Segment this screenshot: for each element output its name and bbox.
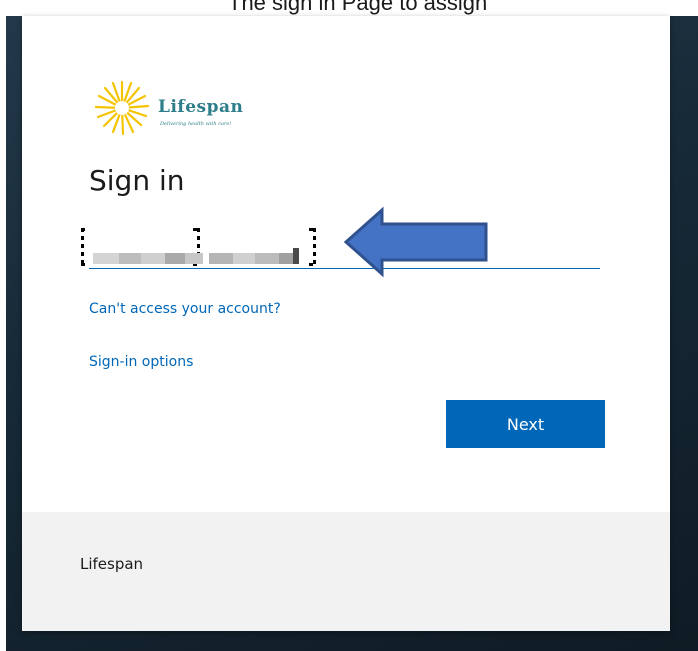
top-strip: The sign in Page to assign (0, 0, 698, 16)
footer-org-name: Lifespan (80, 555, 144, 573)
page-title: Sign in (89, 164, 185, 197)
logo-tagline: Delivering health with care! (160, 121, 232, 127)
top-strip-text: The sign in Page to assign (228, 0, 488, 15)
signin-card: Lifespan Delivering health with care! Si… (22, 16, 670, 631)
footer: Lifespan (22, 512, 670, 631)
signin-options-link[interactable]: Sign-in options (89, 354, 193, 370)
logo-name: Lifespan (158, 97, 244, 117)
next-button[interactable]: Next (446, 400, 605, 448)
left-arrow-icon (343, 206, 488, 278)
cant-access-account-link[interactable]: Can't access your account? (89, 301, 281, 317)
lifespan-logo: Lifespan Delivering health with care! (92, 78, 292, 138)
email-value-redacted (89, 238, 307, 264)
sunburst-icon (94, 80, 150, 136)
